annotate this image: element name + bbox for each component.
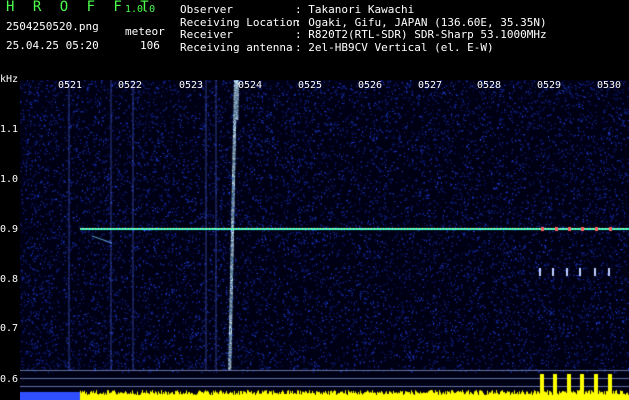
y-axis-unit: kHz [0, 74, 19, 85]
x-tick-label: 0522 [118, 80, 143, 91]
info-value: : 2el-HB9CV Vertical (el. E-W) [295, 40, 494, 54]
info-value: : Takanori Kawachi [295, 3, 415, 16]
x-tick-label: 0528 [477, 80, 502, 91]
info-row-antenna: Receiving antenna: 2el-HB9CV Vertical (e… [180, 40, 547, 55]
spectrogram-area [20, 80, 629, 400]
x-tick-label: 0527 [418, 80, 443, 91]
x-tick-label: 0530 [597, 80, 622, 91]
file-name: 2504250520.png [6, 20, 99, 33]
info-key: Observer [180, 3, 233, 16]
y-tick-label: 0.6 [0, 374, 19, 385]
spectrogram-canvas [20, 80, 629, 400]
x-tick-label: 0521 [58, 80, 83, 91]
station-info: Observer: Takanori Kawachi Receiving Loc… [180, 3, 547, 55]
y-tick-label: 1.0 [0, 174, 19, 185]
x-tick-label: 0524 [238, 80, 263, 91]
info-value: : R820T2(RTL-SDR) SDR-Sharp 53.1000MHz [295, 28, 547, 41]
info-key: Receiver [180, 28, 233, 41]
info-value: : Ogaki, Gifu, JAPAN (136.60E, 35.35N) [295, 15, 547, 29]
y-tick-label: 1.1 [0, 124, 19, 135]
hrofft-window: H R O F F T 1.0.0 2504250520.png meteor … [0, 0, 629, 400]
y-tick-label: 0.8 [0, 274, 19, 285]
x-tick-label: 0526 [358, 80, 383, 91]
x-tick-label: 0525 [298, 80, 323, 91]
x-tick-label: 0529 [537, 80, 562, 91]
info-key: Receiving antenna [180, 40, 293, 54]
meteor-label: meteor [125, 25, 165, 38]
y-tick-label: 0.7 [0, 323, 19, 334]
x-tick-label: 0523 [179, 80, 204, 91]
date-time: 25.04.25 05:20 [6, 39, 99, 52]
app-version: 1.0.0 [125, 4, 156, 15]
y-tick-label: 0.9 [0, 224, 19, 235]
meteor-count: 106 [140, 39, 160, 52]
